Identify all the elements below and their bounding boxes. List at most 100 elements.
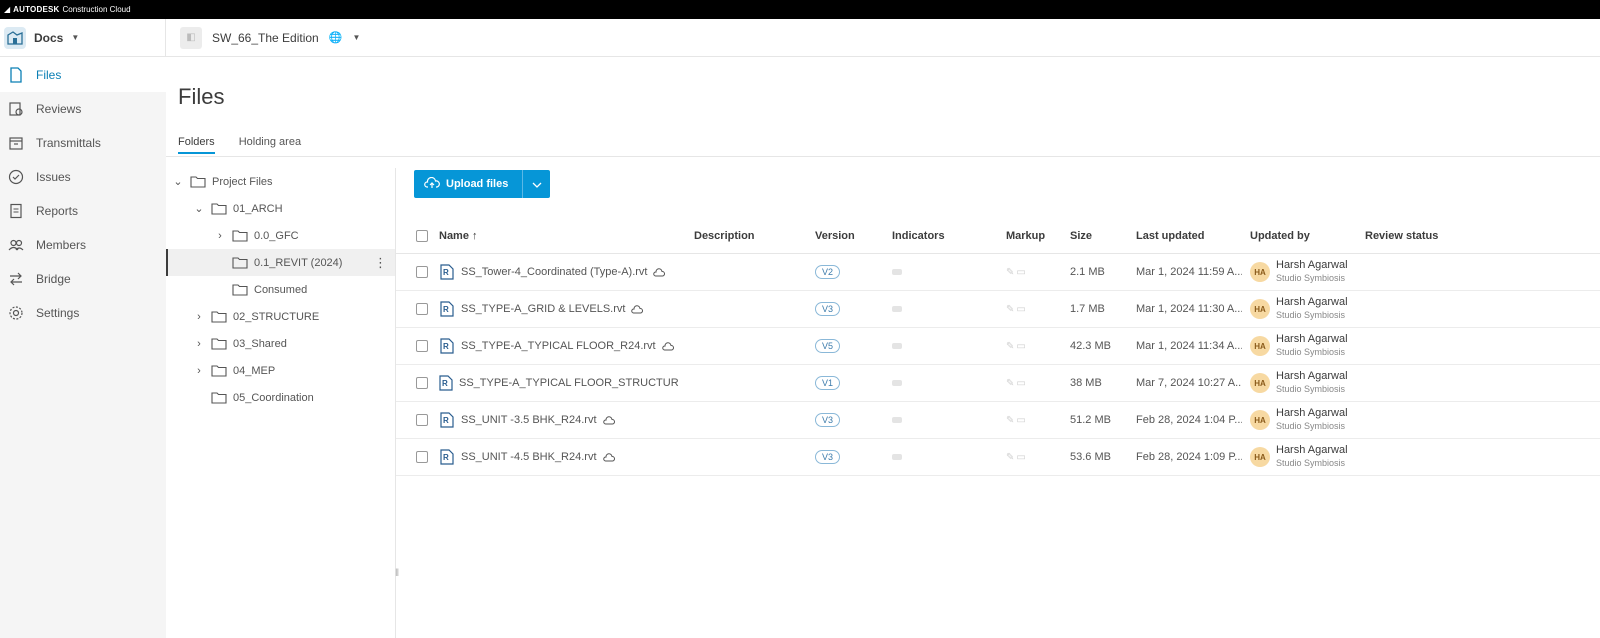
column-updated-by[interactable]: Updated by (1250, 230, 1310, 242)
markup-icon: ✎▭ (1006, 451, 1028, 463)
cloud-icon (653, 267, 666, 277)
avatar: HA (1250, 373, 1270, 393)
user-name: Harsh Agarwal (1276, 444, 1348, 456)
avatar: HA (1250, 447, 1270, 467)
indicators-cell (892, 328, 902, 364)
file-name-cell[interactable]: R SS_Tower-4_Coordinated (Type-A).rvt (439, 254, 679, 290)
sidebar-item-settings[interactable]: Settings (0, 296, 166, 330)
row-checkbox[interactable] (416, 340, 428, 352)
file-name-cell[interactable]: R SS_UNIT -4.5 BHK_R24.rvt (439, 439, 679, 475)
user-info: Harsh Agarwal Studio Symbiosis (1276, 296, 1348, 322)
sidebar-item-reports[interactable]: Reports (0, 194, 166, 228)
column-name-label: Name (439, 229, 469, 242)
markup-cell: ✎▭ (1006, 439, 1028, 475)
table-row[interactable]: R SS_UNIT -3.5 BHK_R24.rvt V3 ✎▭ 51.2 MB Feb … (396, 402, 1600, 439)
upload-options-button[interactable] (522, 170, 551, 198)
file-name[interactable]: SS_UNIT -3.5 BHK_R24.rvt (461, 414, 597, 426)
tree-folder[interactable]: Consumed (166, 276, 395, 303)
tree-folder[interactable]: 05_Coordination (166, 384, 395, 411)
sidebar-item-files[interactable]: Files (0, 58, 166, 92)
divider (166, 156, 1600, 157)
column-size[interactable]: Size (1070, 230, 1092, 242)
markup-cell: ✎▭ (1006, 254, 1028, 290)
version-badge[interactable]: V5 (815, 339, 841, 353)
user-info: Harsh Agarwal Studio Symbiosis (1276, 259, 1348, 285)
cloud-icon (661, 341, 674, 351)
row-checkbox[interactable] (416, 451, 428, 463)
tree-folder-label: 05_Coordination (233, 391, 314, 404)
markup-icon: ✎▭ (1006, 303, 1028, 315)
updated-by-cell: HA Harsh Agarwal Studio Symbiosis (1250, 365, 1348, 401)
updated-by-cell: HA Harsh Agarwal Studio Symbiosis (1250, 439, 1348, 475)
version-badge[interactable]: V3 (815, 302, 841, 316)
svg-text:R: R (443, 305, 449, 314)
chevron-right-icon[interactable]: › (193, 365, 205, 377)
tree-folder-selected[interactable]: 0.1_REVIT (2024) ⋮ (166, 249, 395, 276)
avatar: HA (1250, 336, 1270, 356)
column-indicators[interactable]: Indicators (892, 230, 945, 242)
column-version[interactable]: Version (815, 230, 855, 242)
version-badge[interactable]: V3 (815, 450, 841, 464)
column-name[interactable]: Name ↑ (439, 230, 478, 242)
markup-icon: ✎▭ (1006, 266, 1028, 278)
tree-folder[interactable]: › 03_Shared (166, 330, 395, 357)
tree-folder[interactable]: ⌄ 01_ARCH (166, 195, 395, 222)
upload-files-button[interactable]: Upload files (414, 170, 523, 198)
column-description[interactable]: Description (694, 230, 755, 242)
version-badge[interactable]: V2 (815, 265, 841, 279)
file-name[interactable]: SS_TYPE-A_TYPICAL FLOOR_R24.rvt (461, 340, 656, 352)
tree-folder[interactable]: ⌄ Project Files (166, 168, 395, 195)
file-name-cell[interactable]: R SS_TYPE-A_TYPICAL FLOOR_R24.rvt (439, 328, 679, 364)
file-name[interactable]: SS_Tower-4_Coordinated (Type-A).rvt (461, 266, 647, 278)
table-row[interactable]: R SS_UNIT -4.5 BHK_R24.rvt V3 ✎▭ 53.6 MB Feb … (396, 439, 1600, 476)
project-name: SW_66_The Edition (212, 30, 319, 45)
tree-folder[interactable]: › 04_MEP (166, 357, 395, 384)
more-options-icon[interactable]: ⋮ (374, 255, 387, 271)
chevron-down-icon[interactable]: ⌄ (193, 202, 205, 215)
sidebar-item-bridge[interactable]: Bridge (0, 262, 166, 296)
file-name-cell[interactable]: R SS_TYPE-A_TYPICAL FLOOR_STRUCTURE... (439, 365, 679, 401)
column-review-status[interactable]: Review status (1365, 230, 1438, 242)
module-switcher[interactable]: Docs ▼ (0, 18, 166, 57)
file-name[interactable]: SS_TYPE-A_GRID & LEVELS.rvt (461, 303, 625, 315)
column-markup[interactable]: Markup (1006, 230, 1045, 242)
sidebar-item-transmittals[interactable]: Transmittals (0, 126, 166, 160)
indicator-placeholder (892, 380, 902, 386)
file-name[interactable]: SS_UNIT -4.5 BHK_R24.rvt (461, 451, 597, 463)
chevron-down-icon[interactable]: ⌄ (172, 175, 184, 188)
table-row[interactable]: R SS_TYPE-A_TYPICAL FLOOR_STRUCTURE... V1 ✎… (396, 365, 1600, 402)
project-switcher[interactable]: ◧ SW_66_The Edition 🌐 ▼ (166, 26, 360, 49)
user-org: Studio Symbiosis (1276, 421, 1346, 431)
column-last-updated[interactable]: Last updated (1136, 230, 1204, 242)
sidebar-item-label: Issues (36, 170, 71, 184)
tab-holding-area[interactable]: Holding area (239, 136, 301, 154)
revit-file-icon: R (439, 412, 455, 428)
table-row[interactable]: R SS_TYPE-A_TYPICAL FLOOR_R24.rvt V5 ✎▭ 42.3… (396, 328, 1600, 365)
row-checkbox[interactable] (416, 266, 428, 278)
chevron-right-icon[interactable]: › (214, 230, 226, 242)
tree-folder[interactable]: › 0.0_GFC (166, 222, 395, 249)
svg-text:R: R (443, 453, 449, 462)
row-checkbox[interactable] (416, 377, 428, 389)
version-cell: V3 (815, 291, 841, 327)
sidebar-item-reviews[interactable]: Reviews (0, 92, 166, 126)
sidebar-item-members[interactable]: Members (0, 228, 166, 262)
sidebar-item-issues[interactable]: Issues (0, 160, 166, 194)
chevron-right-icon[interactable]: › (193, 311, 205, 323)
row-checkbox[interactable] (416, 303, 428, 315)
file-name-cell[interactable]: R SS_TYPE-A_GRID & LEVELS.rvt (439, 291, 679, 327)
user-org: Studio Symbiosis (1276, 347, 1346, 357)
tab-folders[interactable]: Folders (178, 136, 215, 154)
version-badge[interactable]: V3 (815, 413, 841, 427)
table-row[interactable]: R SS_TYPE-A_GRID & LEVELS.rvt V3 ✎▭ 1.7 MB Ma… (396, 291, 1600, 328)
file-name[interactable]: SS_TYPE-A_TYPICAL FLOOR_STRUCTURE... (459, 377, 679, 389)
last-updated-cell: Mar 1, 2024 11:30 A... (1136, 303, 1242, 315)
tree-folder[interactable]: › 02_STRUCTURE (166, 303, 395, 330)
markup-cell: ✎▭ (1006, 291, 1028, 327)
chevron-right-icon[interactable]: › (193, 338, 205, 350)
row-checkbox[interactable] (416, 414, 428, 426)
file-name-cell[interactable]: R SS_UNIT -3.5 BHK_R24.rvt (439, 402, 679, 438)
select-all-checkbox[interactable] (416, 229, 428, 242)
version-badge[interactable]: V1 (815, 376, 841, 390)
table-row[interactable]: R SS_Tower-4_Coordinated (Type-A).rvt V2 ✎▭… (396, 254, 1600, 291)
